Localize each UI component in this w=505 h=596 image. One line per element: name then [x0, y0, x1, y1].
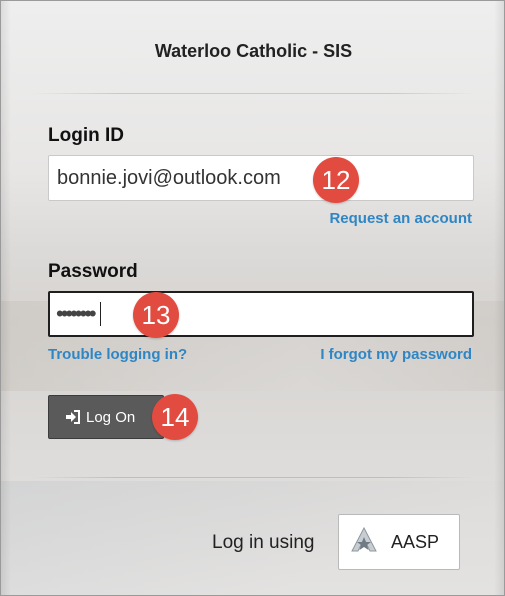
login-id-field[interactable]: bonnie.jovi@outlook.com [48, 155, 474, 201]
trouble-logging-in-link[interactable]: Trouble logging in? [48, 346, 187, 363]
page-title: Waterloo Catholic - SIS [154, 41, 353, 61]
aasp-logo-icon [349, 525, 379, 560]
log-in-using-label: Log in using [212, 532, 315, 553]
step-badge-14: 14 [152, 394, 198, 440]
divider [31, 477, 476, 478]
login-id-label: Login ID [48, 125, 124, 146]
log-on-button[interactable]: Log On [48, 395, 164, 439]
aasp-login-button[interactable]: AASP [338, 514, 460, 570]
password-label: Password [48, 261, 138, 282]
log-on-label: Log On [86, 408, 136, 426]
password-field[interactable]: •••••••• [48, 291, 474, 337]
panel-shadow [494, 1, 504, 595]
login-id-value: bonnie.jovi@outlook.com [57, 166, 281, 189]
text-cursor [99, 302, 101, 326]
step-badge-12: 12 [313, 157, 359, 203]
step-badge-13: 13 [133, 292, 179, 338]
login-panel: Waterloo Catholic - SIS Login ID bonnie.… [0, 0, 505, 596]
divider [31, 93, 476, 94]
request-account-link[interactable]: Request an account [329, 210, 472, 227]
forgot-password-link[interactable]: I forgot my password [320, 346, 472, 363]
aasp-label: AASP [391, 531, 440, 552]
password-value: •••••••• [56, 301, 97, 326]
sign-in-icon [65, 410, 81, 424]
panel-shadow [1, 1, 11, 595]
